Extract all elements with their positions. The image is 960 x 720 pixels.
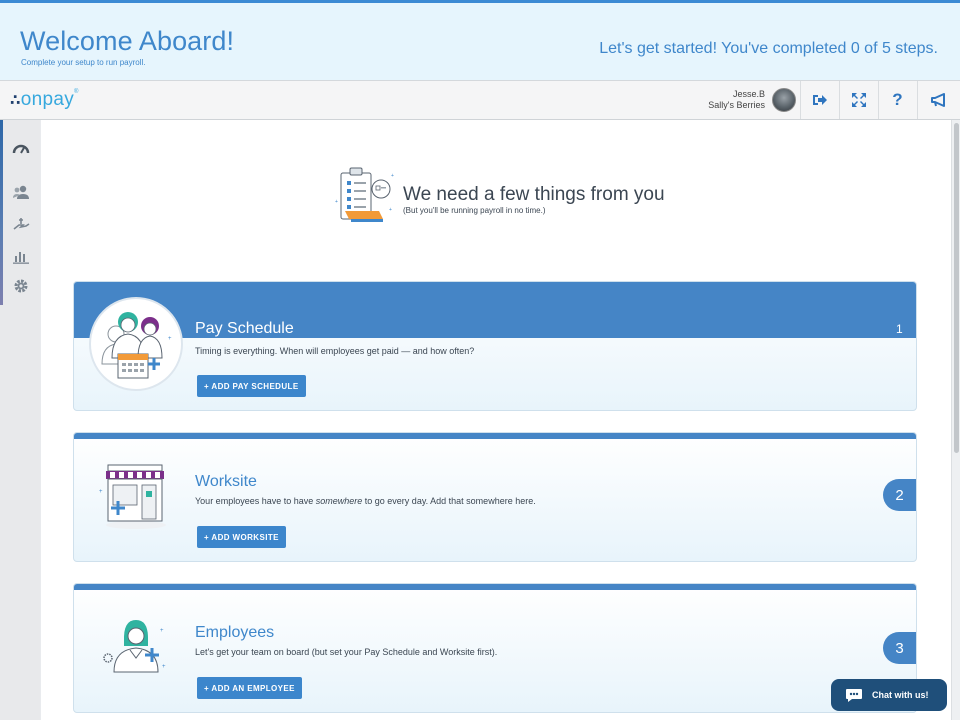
svg-text:+: + [389,207,392,213]
add-pay-schedule-button[interactable]: + ADD PAY SCHEDULE [197,375,306,397]
fullscreen-button[interactable] [839,81,877,119]
banner-title: Welcome Aboard! [20,26,235,56]
sidebar-accent-bar [0,120,3,305]
employee-illustration: + + [103,620,166,673]
card-header-bar [74,433,916,439]
sidebar-item-payroll[interactable] [12,215,30,233]
chat-widget-button[interactable]: Chat with us! [831,679,947,711]
svg-text:+: + [391,173,394,179]
intro-subtitle: (But you'll be running payroll in no tim… [403,206,546,215]
onpay-logo[interactable]: ∴onpay® [10,89,79,111]
svg-text:+: + [160,628,164,634]
step-number-badge: 2 [883,479,916,511]
sidebar-item-reports[interactable] [12,247,30,265]
setup-progress-text: Let's get started! You've completed 0 of… [599,40,938,57]
card-header-bar [74,584,916,590]
add-worksite-button[interactable]: + ADD WORKSITE [197,526,286,548]
sign-out-icon [812,95,827,105]
reports-chart-icon [13,252,29,264]
chat-bubble-icon [846,688,862,702]
step-description: Your employees have to have somewhere to… [195,496,536,506]
avatar[interactable] [772,88,796,112]
settings-gear-icon [14,279,28,293]
step-title: Employees [195,624,275,641]
step-card-pay-schedule: + Pay Schedule Timing is everything. Whe… [73,281,917,411]
announcement-icon [931,93,945,107]
fullscreen-icon [851,93,866,107]
help-icon: ? [892,90,903,109]
sidebar-item-settings[interactable] [12,277,30,295]
pay-schedule-illustration: + [89,297,183,391]
step-number-badge: 3 [883,632,916,664]
sidebar-item-dashboard[interactable] [12,139,30,157]
svg-text:+: + [335,199,338,205]
svg-text:+: + [99,489,103,495]
help-button[interactable]: ? [878,81,916,119]
dashboard-gauge-icon [12,144,30,154]
step-card-employees: + + Employees Let's get your team on boa… [73,583,917,713]
svg-text:+: + [168,336,172,342]
app-header: ∴onpay® Jesse.B Sally's Berries ? [0,80,960,120]
step-description: Timing is everything. When will employee… [195,346,475,356]
company-name: Sally's Berries [708,100,765,110]
checklist-clipboard-icon: + + + [335,167,394,222]
step-title: Worksite [195,473,257,490]
sidebar-item-people[interactable] [12,183,30,201]
step-title: Pay Schedule [195,320,294,337]
scrollbar-thumb[interactable] [954,123,959,453]
add-employee-button[interactable]: + ADD AN EMPLOYEE [197,677,302,699]
worksite-storefront-illustration: + [99,464,166,529]
payroll-hand-icon [13,218,30,230]
announcements-button[interactable] [917,81,960,119]
step-description: Let's get your team on board (but set yo… [195,647,498,657]
svg-text:+: + [162,664,166,670]
user-info[interactable]: Jesse.B Sally's Berries [708,89,765,111]
user-name: Jesse.B [732,89,765,99]
banner-subtitle: Complete your setup to run payroll. [21,58,146,67]
people-icon [13,185,29,199]
chat-label: Chat with us! [872,690,929,700]
step-number: 1 [896,322,903,336]
intro-title: We need a few things from you [403,184,665,205]
welcome-banner: Welcome Aboard! Complete your setup to r… [0,0,960,80]
left-sidebar [0,120,40,720]
step-card-worksite: + Worksite Your employees have to have s… [73,432,917,562]
sign-out-button[interactable] [800,81,838,119]
